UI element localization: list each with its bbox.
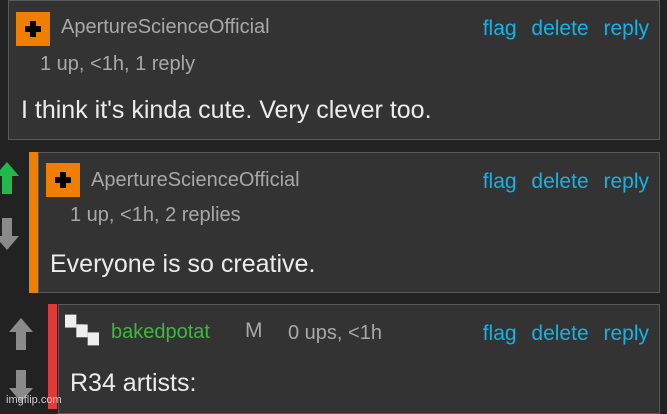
delete-link[interactable]: delete (531, 322, 588, 345)
comment-actions: flag delete reply (483, 322, 649, 346)
delete-link[interactable]: delete (531, 170, 588, 193)
flag-link[interactable]: flag (483, 17, 517, 40)
comment-username[interactable]: bakedpotat (111, 321, 210, 344)
flag-link[interactable]: flag (483, 322, 517, 345)
reply-link[interactable]: reply (603, 17, 649, 40)
thread-bar (29, 152, 38, 293)
comment-2: ApertureScienceOfficial 1 up, <1h, 2 rep… (38, 152, 660, 293)
comment-username[interactable]: ApertureScienceOfficial (61, 16, 270, 39)
comment-1: ApertureScienceOfficial 1 up, <1h, 1 rep… (8, 0, 660, 140)
comment-meta: 1 up, <1h, 2 replies (70, 204, 241, 226)
upvote-arrow-icon[interactable] (8, 316, 34, 352)
comment-body: Everyone is so creative. (50, 250, 316, 278)
comment-body: R34 artists: (70, 369, 197, 397)
comment-3: bakedpotat M 0 ups, <1h flag delete repl… (58, 304, 660, 414)
comment-username[interactable]: ApertureScienceOfficial (91, 169, 300, 192)
comment-body: I think it's kinda cute. Very clever too… (21, 96, 432, 124)
downvote-arrow-icon[interactable] (0, 216, 20, 252)
reply-link[interactable]: reply (603, 170, 649, 193)
delete-link[interactable]: delete (531, 17, 588, 40)
mod-badge: M (245, 319, 263, 342)
reply-link[interactable]: reply (603, 322, 649, 345)
user-avatar-icon[interactable] (65, 313, 99, 347)
flag-link[interactable]: flag (483, 170, 517, 193)
comment-actions: flag delete reply (483, 17, 649, 41)
vote-column (0, 152, 28, 262)
upvote-arrow-icon[interactable] (0, 160, 20, 196)
watermark: imgflip.com (6, 394, 62, 406)
user-avatar-icon[interactable] (46, 163, 80, 197)
comment-meta: 1 up, <1h, 1 reply (40, 53, 196, 75)
comment-meta: 0 ups, <1h (288, 322, 382, 344)
comment-actions: flag delete reply (483, 170, 649, 194)
user-avatar-icon[interactable] (16, 12, 50, 46)
